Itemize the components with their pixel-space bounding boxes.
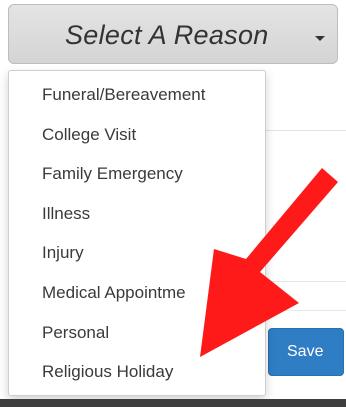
dropdown-item-injury[interactable]: Injury	[9, 233, 265, 273]
bottom-bar	[0, 399, 346, 407]
reason-select-button[interactable]: Select A Reason	[8, 4, 338, 64]
background-panel	[258, 130, 346, 282]
dropdown-item-medical-appointment[interactable]: Medical Appointme	[9, 273, 265, 313]
reason-select-label: Select A Reason	[65, 20, 269, 50]
background-divider	[258, 290, 346, 311]
dropdown-item-funeral-bereavement[interactable]: Funeral/Bereavement	[9, 75, 265, 115]
reason-dropdown-menu: Funeral/Bereavement College Visit Family…	[8, 70, 266, 396]
dropdown-item-personal[interactable]: Personal	[9, 313, 265, 353]
save-button[interactable]: Save	[268, 328, 344, 376]
dropdown-item-college-visit[interactable]: College Visit	[9, 115, 265, 155]
dropdown-item-family-emergency[interactable]: Family Emergency	[9, 154, 265, 194]
dropdown-item-illness[interactable]: Illness	[9, 194, 265, 234]
dropdown-item-religious-holiday[interactable]: Religious Holiday	[9, 352, 265, 392]
chevron-down-icon	[315, 36, 325, 41]
page: Select A Reason Save Funeral/Bereavement…	[0, 0, 346, 407]
